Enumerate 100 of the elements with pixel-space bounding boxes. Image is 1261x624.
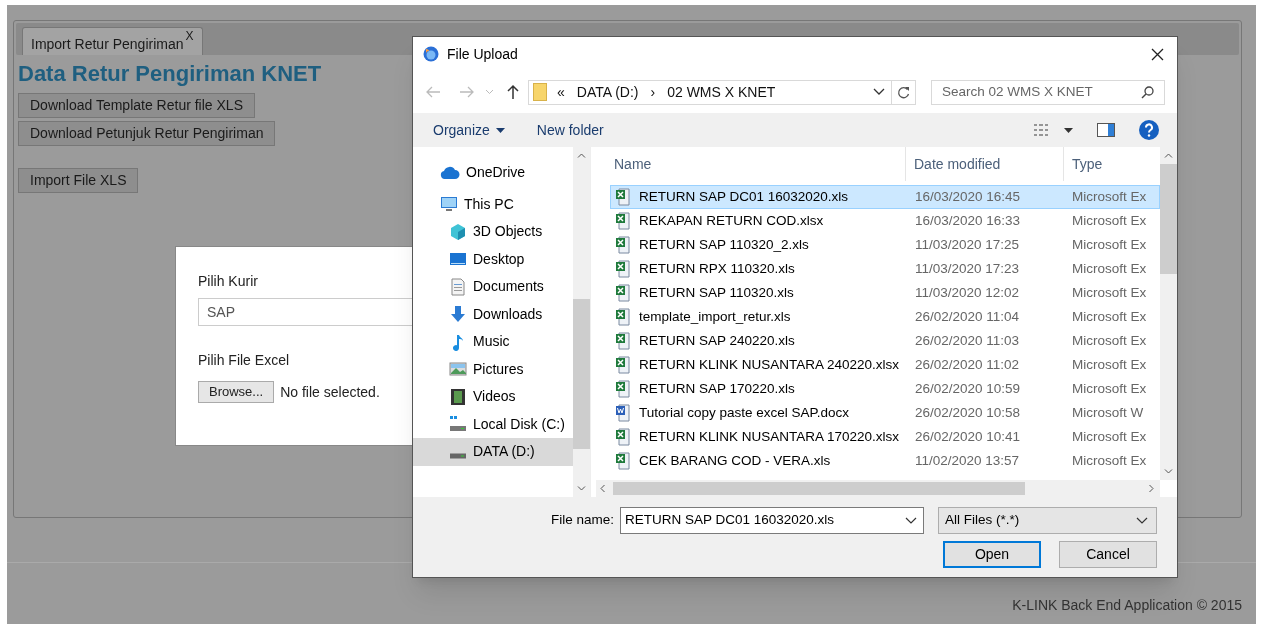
- cancel-button[interactable]: Cancel: [1059, 541, 1157, 568]
- chevron-down-icon: [1136, 517, 1148, 524]
- download-button[interactable]: Download Petunjuk Retur Pengiriman: [18, 121, 276, 146]
- disk-drive-icon: [449, 415, 467, 434]
- file-row[interactable]: RETURN KLINK NUSANTARA 240220.xlsx 26/02/2020 11:02 Microsoft Ex: [610, 353, 1160, 377]
- nav-item[interactable]: DATA (D:): [413, 438, 573, 466]
- nav-item[interactable]: Documents: [413, 273, 573, 301]
- spreadsheet-file-icon: [615, 380, 633, 398]
- file-row[interactable]: RETURN SAP 110320_2.xls 11/03/2020 17:25 Microsoft Ex: [610, 233, 1160, 257]
- refresh-icon[interactable]: [897, 85, 910, 99]
- open-button[interactable]: Open: [943, 541, 1041, 568]
- file-date: 11/03/2020 17:23: [914, 259, 1021, 278]
- file-date: 26/02/2020 11:04: [914, 307, 1021, 326]
- nav-label: Desktop: [473, 249, 525, 269]
- file-row[interactable]: RETURN SAP 240220.xls 26/02/2020 11:03 Microsoft Ex: [610, 329, 1160, 353]
- up-arrow-icon[interactable]: [506, 84, 520, 100]
- film-icon: [449, 387, 467, 406]
- file-row[interactable]: REKAPAN RETURN COD.xlsx 16/03/2020 16:33 Microsoft Ex: [610, 209, 1160, 233]
- path-segment[interactable]: 02 WMS X KNET: [667, 81, 776, 103]
- spreadsheet-file-icon: [615, 236, 633, 254]
- chevron-up-icon[interactable]: [1164, 153, 1173, 158]
- spreadsheet-file-icon: [615, 452, 633, 470]
- help-icon[interactable]: [1139, 120, 1159, 140]
- column-header[interactable]: Name: [596, 147, 906, 181]
- file-type: Microsoft Ex: [1072, 211, 1147, 230]
- file-row[interactable]: RETURN SAP 170220.xls 26/02/2020 10:59 Microsoft Ex: [610, 377, 1160, 401]
- nav-item[interactable]: Music: [413, 328, 573, 356]
- file-type-select[interactable]: All Files (*.*): [938, 507, 1157, 534]
- nav-item[interactable]: This PC: [413, 190, 573, 218]
- spreadsheet-file-icon: [615, 212, 633, 230]
- nav-item[interactable]: 3D Objects: [413, 218, 573, 246]
- file-row[interactable]: RETURN RPX 110320.xls 11/03/2020 17:23 Microsoft Ex: [610, 257, 1160, 281]
- caret-icon: [495, 127, 505, 133]
- file-name: RETURN SAP 110320_2.xls: [639, 235, 809, 254]
- file-date: 26/02/2020 10:41: [914, 427, 1022, 446]
- file-date: 26/02/2020 10:58: [914, 403, 1022, 422]
- tab-close[interactable]: X: [185, 30, 194, 42]
- nav-item[interactable]: Videos: [413, 383, 573, 411]
- file-row[interactable]: RETURN SAP 110320.xls 11/03/2020 12:02 Microsoft Ex: [610, 281, 1160, 305]
- chevron-up-icon[interactable]: [577, 153, 586, 158]
- column-header[interactable]: Type: [1064, 147, 1160, 181]
- preview-pane-icon[interactable]: [1097, 123, 1115, 137]
- nav-item[interactable]: Desktop: [413, 245, 573, 273]
- nav-item[interactable]: Pictures: [413, 355, 573, 383]
- file-name: Tutorial copy paste excel SAP.docx: [639, 403, 850, 422]
- file-date: 11/03/2020 17:25: [914, 235, 1021, 254]
- file-type: Microsoft Ex: [1072, 355, 1147, 374]
- chevron-down-icon[interactable]: [905, 517, 917, 524]
- file-date: 11/02/2020 13:57: [914, 451, 1021, 470]
- organize-button[interactable]: Organize: [433, 119, 505, 141]
- search-field[interactable]: Search 02 WMS X KNET: [931, 79, 1165, 105]
- document-icon: [449, 277, 467, 296]
- forward-arrow-icon[interactable]: [459, 85, 475, 99]
- file-type: Microsoft W: [1072, 403, 1144, 422]
- horizontal-scrollbar[interactable]: [596, 480, 1160, 497]
- file-row[interactable]: Tutorial copy paste excel SAP.docx 26/02/2020 10:58 Microsoft W: [610, 401, 1160, 425]
- dialog-title: File Upload: [447, 44, 518, 64]
- spreadsheet-file-icon: [615, 284, 633, 302]
- nav-label: Music: [473, 332, 510, 352]
- file-name: RETURN SAP 110320.xls: [639, 283, 794, 302]
- picture-icon: [449, 360, 467, 379]
- new-folder-button[interactable]: New folder: [536, 119, 604, 141]
- file-label: Pilih File Excel: [198, 351, 290, 370]
- file-date: 16/03/2020 16:45: [914, 187, 1022, 206]
- file-type: Microsoft Ex: [1072, 307, 1147, 326]
- path-segment[interactable]: ›: [650, 81, 656, 103]
- file-row[interactable]: CEK BARANG COD - VERA.xls 11/02/2020 13:57 Microsoft Ex: [610, 449, 1160, 473]
- column-header[interactable]: Date modified: [906, 147, 1064, 181]
- download-button[interactable]: Download Template Retur file XLS: [18, 93, 255, 118]
- list-scrollbar[interactable]: [1160, 147, 1177, 480]
- scrollbar-thumb[interactable]: [613, 482, 1025, 495]
- nav-item[interactable]: Local Disk (C:): [413, 410, 573, 438]
- file-name: RETURN KLINK NUSANTARA 170220.xlsx: [639, 427, 900, 446]
- scrollbar-thumb[interactable]: [1160, 164, 1177, 274]
- chevron-left-icon[interactable]: [600, 484, 605, 493]
- file-name-field[interactable]: RETURN SAP DC01 16032020.xls: [620, 507, 924, 534]
- file-type: Microsoft Ex: [1072, 379, 1147, 398]
- chevron-down-icon[interactable]: [873, 88, 885, 96]
- address-field[interactable]: « DATA (D:) › 02 WMS X KNET: [528, 79, 916, 105]
- scrollbar-thumb[interactable]: [573, 299, 590, 449]
- file-type: Microsoft Ex: [1072, 283, 1147, 302]
- path-segment[interactable]: DATA (D:): [576, 81, 639, 103]
- file-row[interactable]: template_import_retur.xls 26/02/2020 11:04 Microsoft Ex: [610, 305, 1160, 329]
- close-icon: [1150, 47, 1164, 61]
- file-row[interactable]: RETURN KLINK NUSANTARA 170220.xlsx 26/02/2020 10:41 Microsoft Ex: [610, 425, 1160, 449]
- chevron-right-icon[interactable]: [1149, 484, 1154, 493]
- file-name: CEK BARANG COD - VERA.xls: [639, 451, 831, 470]
- caret-icon[interactable]: [1064, 127, 1073, 133]
- footer-text: K-LINK Back End Application © 2015: [1012, 596, 1242, 615]
- file-name: REKAPAN RETURN COD.xlsx: [639, 211, 824, 230]
- nav-label: Videos: [473, 387, 516, 407]
- file-type: Microsoft Ex: [1072, 331, 1147, 350]
- back-arrow-icon[interactable]: [425, 85, 441, 99]
- nav-item[interactable]: OneDrive: [413, 159, 573, 187]
- path-segment[interactable]: «: [557, 81, 565, 103]
- file-date: 11/03/2020 12:02: [914, 283, 1021, 302]
- file-row[interactable]: RETURN SAP DC01 16032020.xls 16/03/2020 16:45 Microsoft Ex: [610, 185, 1160, 209]
- browse-button[interactable]: Browse...: [198, 381, 275, 403]
- import-button[interactable]: Import File XLS: [18, 168, 139, 193]
- spreadsheet-file-icon: [615, 428, 633, 446]
